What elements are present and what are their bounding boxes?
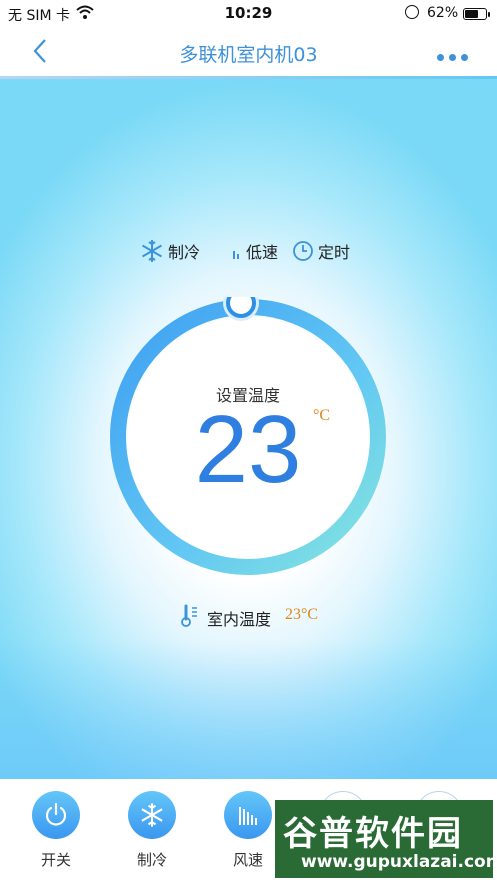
mode-button[interactable]: 制冷	[117, 791, 187, 881]
power-button[interactable]: 开关	[21, 791, 91, 881]
mode-button-label: 制冷	[136, 851, 167, 869]
status-bar: 无 SIM 卡 10:29 62%	[0, 0, 497, 28]
temperature-dial[interactable]: 设置温度 23 °C	[108, 297, 388, 577]
watermark-logo: 谷普软件园 www.gupuxlazai.com	[275, 800, 497, 878]
fan-speed-button-label: 风速	[232, 851, 263, 869]
mode-summary: 制冷 低速 定时	[0, 239, 497, 263]
timer-label: 定时	[318, 243, 351, 262]
orientation-lock-icon	[405, 5, 419, 19]
power-icon	[32, 791, 80, 839]
power-label: 开关	[40, 851, 71, 869]
watermark-url: www.gupuxlazai.com	[301, 852, 497, 872]
fan-speed-bars-icon	[224, 791, 272, 839]
clock-icon	[293, 241, 313, 261]
indoor-temperature-value: 23°C	[285, 606, 319, 623]
page-title: 多联机室内机03	[179, 44, 318, 66]
timer-indicator: 定时	[292, 239, 350, 263]
more-options-button[interactable]	[437, 46, 473, 61]
fan-speed-indicator: 低速	[230, 239, 278, 263]
navigation-bar: 多联机室内机03	[0, 28, 497, 76]
fan-speed-button[interactable]: 风速	[213, 791, 283, 881]
watermark-text: 谷普软件园	[283, 814, 463, 854]
set-temperature-value: 23	[194, 396, 302, 503]
indoor-temperature-label: 室内温度	[207, 610, 272, 629]
mode-indicator: 制冷	[140, 239, 200, 263]
battery-icon	[463, 8, 490, 20]
snowflake-icon	[141, 240, 163, 262]
control-panel: 制冷 低速 定时 设置温度 23 °C 室内温度 23°C	[0, 79, 497, 779]
fan-speed-label: 低速	[246, 243, 279, 262]
thermometer-icon	[181, 604, 201, 632]
mode-label: 制冷	[168, 243, 201, 262]
snowflake-icon	[128, 791, 176, 839]
fan-speed-bars-icon	[233, 251, 239, 259]
battery-percent: 62%	[427, 5, 459, 21]
indoor-temperature: 室内温度 23°C	[0, 604, 497, 629]
temperature-unit: °C	[313, 407, 331, 424]
clock: 10:29	[224, 4, 273, 22]
